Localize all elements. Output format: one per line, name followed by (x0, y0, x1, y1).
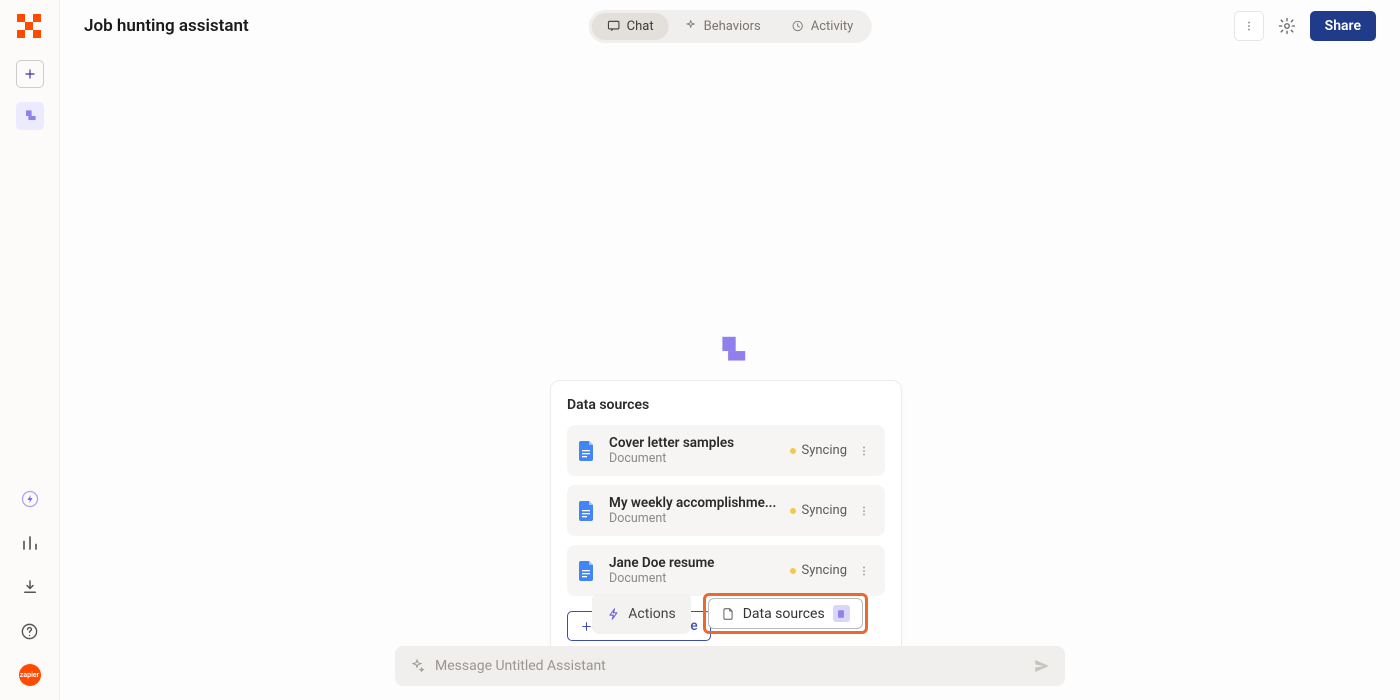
tab-activity-label: Activity (811, 19, 854, 34)
data-source-row[interactable]: My weekly accomplishme... Document Synci… (567, 485, 885, 536)
tab-activity[interactable]: Activity (776, 13, 869, 40)
google-doc-icon (579, 500, 597, 522)
gear-icon (1278, 17, 1296, 35)
data-source-name: My weekly accomplishme... (609, 495, 779, 511)
dots-vertical-icon (857, 504, 871, 518)
tab-chat[interactable]: Chat (592, 13, 669, 40)
main-area: Job hunting assistant Chat Behaviors Act… (60, 0, 1400, 700)
data-source-text: My weekly accomplishme... Document (609, 495, 790, 526)
data-sources-pill[interactable]: Data sources (708, 598, 863, 629)
message-input[interactable]: Message Untitled Assistant (395, 646, 1065, 686)
app-logo (17, 14, 43, 40)
share-button[interactable]: Share (1310, 11, 1376, 41)
actions-pill[interactable]: Actions (592, 593, 690, 634)
sparkle-icon (409, 658, 425, 674)
sparkle-icon (684, 19, 698, 33)
page-title: Job hunting assistant (84, 16, 249, 36)
data-source-type: Document (609, 451, 790, 466)
status-dot-icon (790, 508, 796, 514)
topbar-actions: Share (1234, 11, 1376, 41)
tab-chat-label: Chat (627, 19, 654, 34)
clock-icon (791, 19, 805, 33)
panel-title: Data sources (567, 397, 885, 413)
dots-vertical-icon (857, 444, 871, 458)
data-sources-count-badge (833, 605, 850, 622)
content-area: Data sources Cover letter samples Docume… (60, 52, 1400, 700)
brand-badge[interactable]: zapier (19, 664, 41, 686)
row-more-button[interactable] (855, 499, 873, 523)
row-more-button[interactable] (855, 559, 873, 583)
sync-status: Syncing (790, 503, 848, 518)
data-source-type: Document (609, 511, 790, 526)
sync-status: Syncing (790, 563, 848, 578)
status-dot-icon (790, 448, 796, 454)
data-sources-label: Data sources (743, 606, 825, 622)
file-icon (721, 607, 735, 621)
tab-behaviors-label: Behaviors (704, 19, 761, 34)
row-more-button[interactable] (855, 439, 873, 463)
status-dot-icon (790, 568, 796, 574)
bottom-area: Actions Data sources Message Untit (60, 593, 1400, 700)
topbar: Job hunting assistant Chat Behaviors Act… (60, 0, 1400, 52)
data-source-text: Jane Doe resume Document (609, 555, 790, 586)
bolt-icon (20, 489, 40, 509)
bar-chart-icon (21, 534, 39, 552)
send-button[interactable] (1033, 657, 1051, 675)
dots-vertical-icon (857, 564, 871, 578)
data-source-row[interactable]: Cover letter samples Document Syncing (567, 425, 885, 476)
help-icon-button[interactable] (19, 620, 41, 642)
google-doc-icon (579, 440, 597, 462)
sidebar-item-assistant[interactable] (16, 102, 44, 130)
file-small-icon (836, 609, 846, 619)
assistant-shape-icon (22, 108, 38, 124)
new-assistant-button[interactable] (16, 60, 44, 88)
message-placeholder: Message Untitled Assistant (435, 658, 606, 674)
tab-group: Chat Behaviors Activity (589, 10, 872, 43)
plus-icon (23, 67, 37, 81)
data-sources-highlight: Data sources (703, 593, 868, 634)
bolt-icon-button[interactable] (19, 488, 41, 510)
analytics-icon-button[interactable] (19, 532, 41, 554)
actions-label: Actions (628, 606, 675, 622)
data-source-type: Document (609, 571, 790, 586)
sidebar-bottom: zapier (19, 488, 41, 686)
sync-status: Syncing (790, 443, 848, 458)
sidebar: zapier (0, 0, 60, 700)
data-source-row[interactable]: Jane Doe resume Document Syncing (567, 545, 885, 596)
google-doc-icon (579, 560, 597, 582)
help-icon (20, 622, 39, 641)
data-source-text: Cover letter samples Document (609, 435, 790, 466)
brand-badge-text: zapier (20, 671, 39, 679)
chat-icon (607, 19, 621, 33)
download-icon (21, 578, 39, 596)
settings-button[interactable] (1272, 11, 1302, 41)
send-icon (1033, 657, 1051, 675)
assistant-avatar (711, 333, 749, 371)
download-icon-button[interactable] (19, 576, 41, 598)
data-source-name: Jane Doe resume (609, 555, 779, 571)
dots-vertical-icon (1242, 19, 1256, 33)
more-menu-button[interactable] (1234, 11, 1264, 41)
data-source-name: Cover letter samples (609, 435, 779, 451)
assistant-shape-icon (711, 333, 749, 371)
tab-behaviors[interactable]: Behaviors (669, 13, 776, 40)
bolt-icon (607, 607, 621, 621)
action-row: Actions Data sources (60, 593, 1400, 634)
